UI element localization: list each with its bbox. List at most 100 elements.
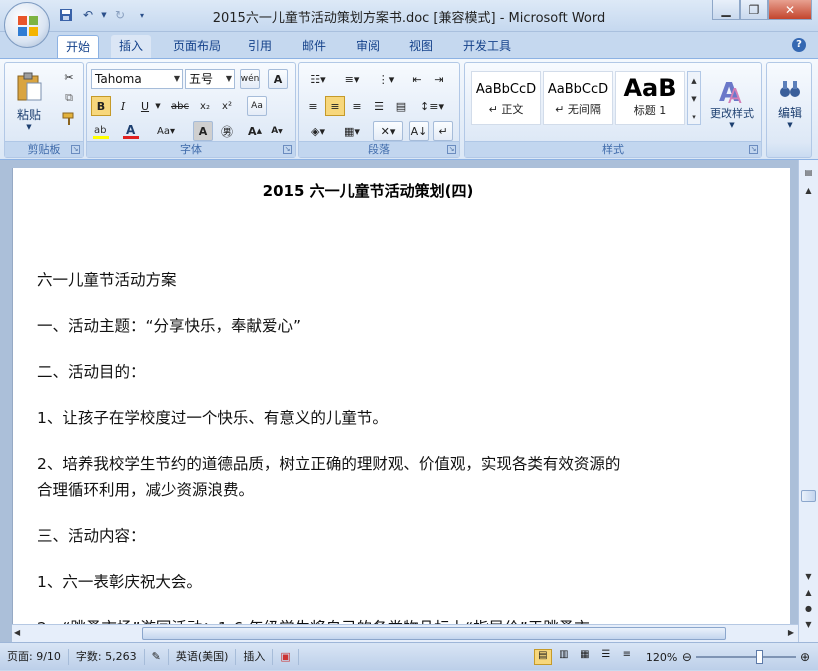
paste-button[interactable]: 粘贴 ▼ bbox=[11, 67, 47, 135]
chevron-down-icon[interactable]: ▼ bbox=[226, 70, 232, 88]
editing-button[interactable]: 编辑 ▼ bbox=[771, 67, 809, 139]
borders-icon[interactable]: ▦▾ bbox=[337, 121, 367, 141]
zoom-slider[interactable] bbox=[695, 650, 796, 664]
tab-developer[interactable]: 开发工具 bbox=[455, 35, 519, 58]
numbering-icon[interactable]: ≡▾ bbox=[337, 69, 367, 89]
enclose-char-icon[interactable]: ㊚ bbox=[217, 121, 237, 141]
proofing-icon[interactable]: ✎ bbox=[145, 648, 169, 665]
save-icon[interactable] bbox=[56, 6, 76, 24]
strikethrough-button[interactable]: abc bbox=[167, 96, 193, 116]
tab-mailings[interactable]: 邮件 bbox=[294, 35, 334, 58]
editing-label: 编辑 bbox=[777, 105, 802, 120]
page-count[interactable]: 页面: 9/10 bbox=[0, 648, 69, 665]
undo-dropdown-icon[interactable]: ▼ bbox=[100, 6, 108, 24]
bullets-icon[interactable]: ☷▾ bbox=[303, 69, 333, 89]
horizontal-scrollbar[interactable]: ◀ ▶ bbox=[12, 624, 798, 642]
select-browse-object-icon[interactable]: ● bbox=[801, 604, 816, 613]
superscript-button[interactable]: x² bbox=[217, 96, 237, 116]
zoom-out-icon[interactable]: ⊖ bbox=[682, 650, 692, 664]
clear-format-icon[interactable]: Aa bbox=[247, 96, 267, 116]
status-bar: 页面: 9/10 字数: 5,263 ✎ 英语(美国) 插入 ▣ ▤ ▥ ▦ ☰… bbox=[0, 642, 818, 670]
distributed-icon[interactable]: ▤ bbox=[391, 96, 411, 116]
font-size-combo[interactable]: 五号 ▼ bbox=[185, 69, 235, 89]
macro-record-icon[interactable]: ▣ bbox=[273, 648, 299, 665]
zoom-in-icon[interactable]: ⊕ bbox=[800, 650, 810, 664]
font-launcher-icon[interactable]: ↘ bbox=[283, 145, 292, 154]
scroll-down-icon[interactable]: ▼ bbox=[801, 572, 816, 581]
previous-page-icon[interactable]: ▲ bbox=[801, 588, 816, 597]
increase-indent-icon[interactable]: ⇥ bbox=[429, 69, 449, 89]
h-scroll-thumb[interactable] bbox=[142, 627, 726, 640]
decrease-indent-icon[interactable]: ⇤ bbox=[407, 69, 427, 89]
full-screen-reading-icon[interactable]: ▥ bbox=[555, 649, 573, 665]
scroll-up-icon[interactable]: ▲ bbox=[801, 186, 816, 195]
align-left-icon[interactable]: ≡ bbox=[303, 96, 323, 116]
grow-font-icon[interactable]: A ▲ bbox=[245, 121, 265, 141]
draft-icon[interactable]: ≡ bbox=[618, 649, 636, 665]
font-name-combo[interactable]: Tahoma ▼ bbox=[91, 69, 183, 89]
vertical-scrollbar[interactable]: ▤ ▲ ▼ ▲ ● ▼ bbox=[798, 160, 818, 642]
close-button[interactable]: ✕ bbox=[768, 0, 812, 20]
chinese-layout-icon[interactable]: ✕▾ bbox=[373, 121, 403, 141]
multilevel-list-icon[interactable]: ⋮▾ bbox=[371, 69, 401, 89]
outline-icon[interactable]: ☰ bbox=[597, 649, 615, 665]
tab-insert[interactable]: 插入 bbox=[111, 35, 152, 58]
scroll-right-icon[interactable]: ▶ bbox=[788, 628, 794, 637]
styles-scroll[interactable]: ▲ ▼ ▾ bbox=[687, 71, 701, 125]
scroll-thumb[interactable] bbox=[801, 490, 816, 502]
scroll-left-icon[interactable]: ◀ bbox=[14, 628, 20, 637]
bold-button[interactable]: B bbox=[91, 96, 111, 116]
change-case-icon[interactable]: Aa▾ bbox=[153, 121, 179, 141]
clipboard-launcher-icon[interactable]: ↘ bbox=[71, 145, 80, 154]
customize-qat-icon[interactable]: ▾ bbox=[132, 6, 152, 24]
help-icon[interactable]: ? bbox=[792, 38, 806, 52]
zoom-slider-thumb[interactable] bbox=[755, 650, 763, 664]
ruler-toggle-icon[interactable]: ▤ bbox=[801, 168, 816, 177]
highlight-color-icon[interactable]: ab bbox=[91, 121, 111, 141]
tab-references[interactable]: 引用 bbox=[240, 35, 280, 58]
insert-mode[interactable]: 插入 bbox=[236, 648, 274, 665]
style-heading-1[interactable]: AaB 标题 1 bbox=[615, 71, 685, 125]
minimize-button[interactable]: ▁ bbox=[712, 0, 740, 20]
document-page[interactable]: 2015 六一儿童节活动策划(四) 六一儿童节活动方案 一、活动主题：“分享快乐… bbox=[12, 168, 790, 642]
char-border-icon[interactable]: A bbox=[268, 69, 288, 89]
line-spacing-icon[interactable]: ↕≡▾ bbox=[417, 96, 447, 116]
shrink-font-icon[interactable]: A ▼ bbox=[267, 121, 287, 141]
align-right-icon[interactable]: ≡ bbox=[347, 96, 367, 116]
next-page-icon[interactable]: ▼ bbox=[801, 620, 816, 629]
italic-button[interactable]: I bbox=[113, 96, 133, 116]
align-center-icon[interactable]: ≡ bbox=[325, 96, 345, 116]
show-marks-icon[interactable]: ↵ bbox=[433, 121, 453, 141]
chevron-down-icon[interactable]: ▼ bbox=[153, 96, 163, 116]
tab-review[interactable]: 审阅 bbox=[348, 35, 388, 58]
justify-icon[interactable]: ☰ bbox=[369, 96, 389, 116]
char-shading-icon[interactable]: A bbox=[193, 121, 213, 141]
subscript-button[interactable]: x₂ bbox=[195, 96, 215, 116]
web-layout-icon[interactable]: ▦ bbox=[576, 649, 594, 665]
styles-launcher-icon[interactable]: ↘ bbox=[749, 145, 758, 154]
copy-icon[interactable]: ⧉ bbox=[59, 88, 79, 108]
style-no-spacing[interactable]: AaBbCcD ↵ 无间隔 bbox=[543, 71, 613, 125]
tab-view[interactable]: 视图 bbox=[401, 35, 441, 58]
zoom-level[interactable]: 120% bbox=[646, 651, 682, 664]
restore-button[interactable]: ❐ bbox=[740, 0, 768, 20]
sort-icon[interactable]: A↓ bbox=[409, 121, 429, 141]
office-button[interactable] bbox=[4, 2, 50, 48]
paragraph-launcher-icon[interactable]: ↘ bbox=[447, 145, 456, 154]
cut-icon[interactable]: ✂ bbox=[59, 67, 79, 87]
phonetic-guide-icon[interactable]: wén bbox=[240, 69, 260, 89]
style-normal[interactable]: AaBbCcD ↵ 正文 bbox=[471, 71, 541, 125]
tab-home[interactable]: 开始 bbox=[57, 35, 100, 58]
font-color-icon[interactable]: A bbox=[121, 121, 141, 141]
tab-page-layout[interactable]: 页面布局 bbox=[165, 35, 229, 58]
undo-icon[interactable]: ↶ bbox=[78, 6, 98, 24]
format-painter-icon[interactable] bbox=[59, 109, 79, 129]
language-indicator[interactable]: 英语(美国) bbox=[169, 648, 237, 665]
chevron-down-icon[interactable]: ▼ bbox=[174, 70, 180, 88]
underline-button[interactable]: U bbox=[135, 96, 155, 116]
redo-icon[interactable]: ↻ bbox=[110, 6, 130, 24]
print-layout-icon[interactable]: ▤ bbox=[533, 649, 552, 665]
change-styles-button[interactable]: A A 更改样式 ▼ bbox=[705, 67, 759, 139]
word-count[interactable]: 字数: 5,263 bbox=[69, 648, 145, 665]
shading-icon[interactable]: ◈▾ bbox=[303, 121, 333, 141]
